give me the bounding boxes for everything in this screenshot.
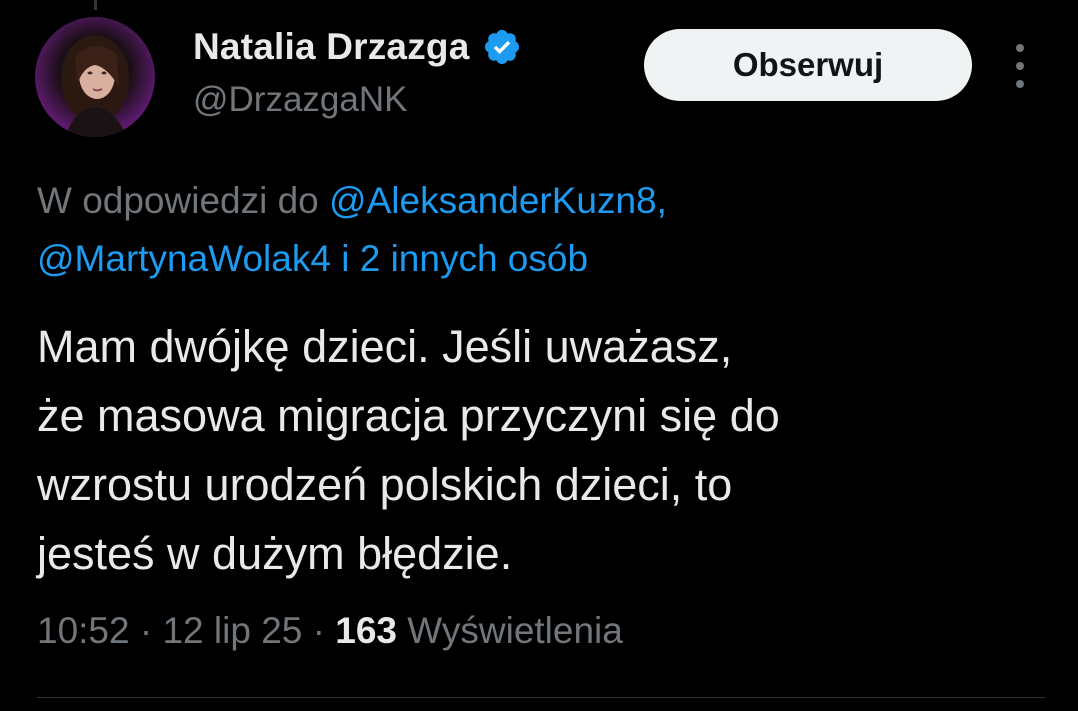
tweet-text-line: jesteś w dużym błędzie. xyxy=(37,528,513,579)
author-handle[interactable]: @DrzazgaNK xyxy=(193,80,407,120)
avatar[interactable] xyxy=(35,17,155,137)
tweet-text-line: Mam dwójkę dzieci. Jeśli uważasz, xyxy=(37,321,733,372)
tweet-text-line: wzrostu urodzeń polskich dzieci, to xyxy=(37,459,733,510)
author-name-row: Natalia Drzazga xyxy=(193,24,522,70)
views-label[interactable]: Wyświetlenia xyxy=(397,610,623,651)
reply-mention-link[interactable]: @AleksanderKuzn8, xyxy=(329,180,667,221)
follow-button[interactable]: Obserwuj xyxy=(644,29,972,101)
thread-connector-line xyxy=(94,0,97,10)
tweet-time[interactable]: 10:52 xyxy=(37,610,130,651)
views-count[interactable]: 163 xyxy=(335,610,397,651)
more-dot xyxy=(1016,62,1024,70)
meta-separator: · xyxy=(302,610,336,651)
verified-badge-icon[interactable] xyxy=(482,27,522,67)
reply-prefix: W odpowiedzi do xyxy=(37,180,330,221)
author-display-name[interactable]: Natalia Drzazga xyxy=(193,26,470,68)
avatar-image xyxy=(61,35,129,137)
more-vertical-icon[interactable] xyxy=(1008,44,1032,88)
tweet-text: Mam dwójkę dzieci. Jeśli uważasz, że mas… xyxy=(37,312,1047,588)
reply-others-link[interactable]: i 2 innych osób xyxy=(331,238,588,279)
reply-context: W odpowiedzi do @AleksanderKuzn8, @Martyn… xyxy=(37,172,1037,288)
reply-mention-link[interactable]: @MartynaWolak4 xyxy=(37,238,331,279)
divider xyxy=(37,697,1045,698)
tweet-date[interactable]: 12 lip 25 xyxy=(162,610,302,651)
meta-separator: · xyxy=(129,610,163,651)
more-dot xyxy=(1016,44,1024,52)
tweet-meta: 10:52 · 12 lip 25 · 163 Wyświetlenia xyxy=(37,610,623,652)
tweet-text-line: że masowa migracja przyczyni się do xyxy=(37,390,780,441)
more-dot xyxy=(1016,80,1024,88)
